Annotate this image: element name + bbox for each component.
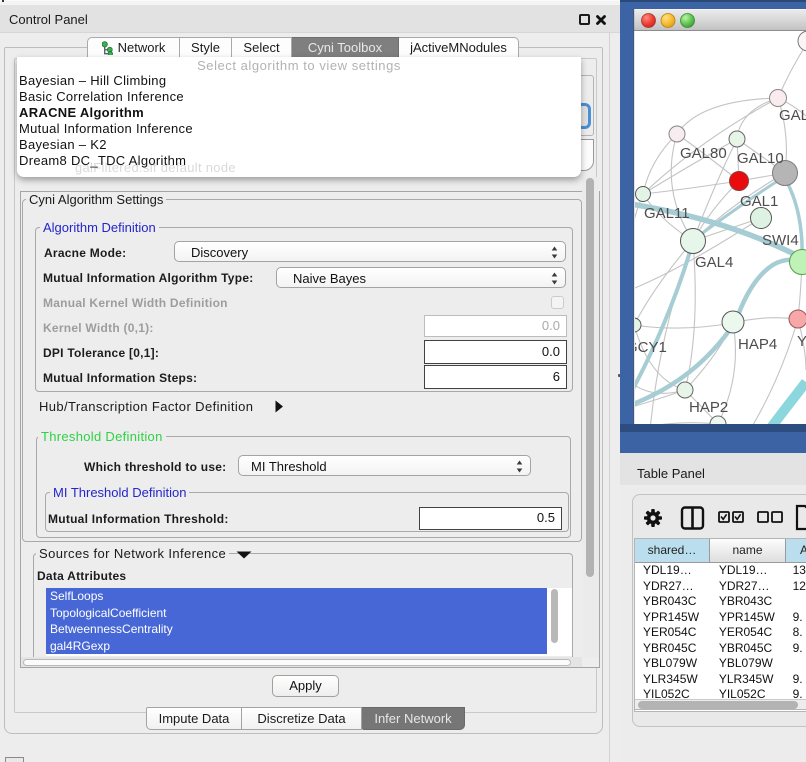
svg-text:HAP4: HAP4	[738, 336, 777, 353]
svg-text:GAL11: GAL11	[644, 205, 690, 222]
svg-text:GAL10: GAL10	[737, 150, 784, 167]
svg-text:Y: Y	[797, 333, 806, 350]
svg-text:GAL1: GAL1	[740, 193, 778, 210]
svg-text:GAL8: GAL8	[779, 107, 806, 124]
svg-text:HAP2: HAP2	[689, 399, 728, 416]
svg-text:SWI4: SWI4	[762, 232, 799, 249]
svg-text:GAL4: GAL4	[695, 254, 733, 271]
svg-text:GAL80: GAL80	[680, 145, 727, 162]
